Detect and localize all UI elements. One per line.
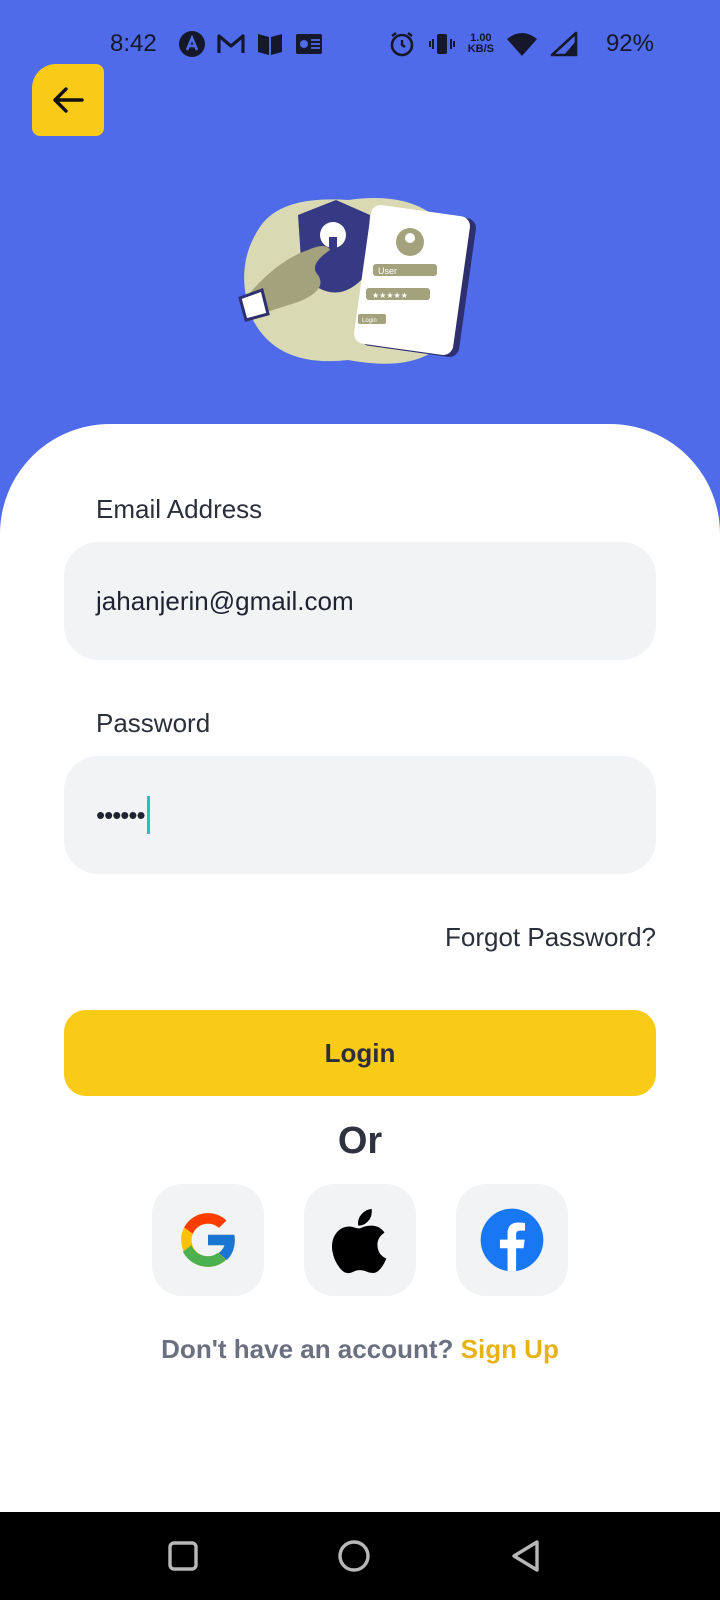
alarm-icon (390, 32, 414, 57)
facebook-login-button[interactable] (456, 1184, 568, 1296)
password-value: •••••• (96, 799, 146, 830)
signup-link[interactable]: Sign Up (461, 1334, 559, 1364)
wifi-icon (507, 33, 537, 56)
back-button[interactable] (32, 64, 104, 136)
google-login-button[interactable] (152, 1184, 264, 1296)
google-logo-icon (181, 1213, 237, 1267)
home-button[interactable] (332, 1534, 376, 1578)
back-nav-button[interactable] (504, 1534, 548, 1578)
email-label: Email Address (96, 494, 263, 524)
login-button[interactable]: Login (64, 1010, 656, 1096)
login-button-label: Login (324, 1037, 396, 1068)
netspeed-unit: KB/S (467, 43, 494, 55)
illustration-user-label: User (378, 266, 397, 276)
vibrate-icon (428, 34, 455, 54)
book-icon (258, 34, 282, 55)
email-field[interactable]: jahanjerin@gmail.com (64, 542, 656, 660)
apple-logo-icon (331, 1208, 387, 1274)
apple-login-button[interactable] (304, 1184, 416, 1296)
arrow-left-icon (53, 87, 84, 113)
battery-level: 92% (605, 30, 654, 57)
signup-prompt: Don't have an account? Sign Up (0, 1334, 720, 1365)
triangle-back-icon (512, 1540, 539, 1572)
app-a-icon (179, 31, 205, 57)
illustration-password-mask: ★★★★★ (372, 291, 408, 300)
outlook-icon (296, 34, 322, 54)
signup-prompt-text: Don't have an account? (161, 1334, 454, 1364)
email-value: jahanjerin@gmail.com (96, 585, 354, 616)
notification-icons (178, 30, 324, 58)
password-label: Password (96, 708, 211, 738)
or-divider-text: Or (337, 1120, 383, 1162)
status-time: 8:42 (110, 30, 157, 57)
text-caret (146, 796, 150, 834)
status-bar: 8:42 1.00 KB/S 92% (0, 0, 720, 90)
square-icon (168, 1541, 198, 1571)
login-security-illustration: User ★★★★★ Login (238, 198, 476, 364)
signal-icon (550, 31, 578, 57)
gmail-icon (217, 34, 245, 53)
illustration-login-label: Login (362, 318, 377, 324)
network-speed: 1.00 KB/S (468, 33, 494, 55)
recents-button[interactable] (161, 1534, 205, 1578)
password-field[interactable]: •••••• (64, 756, 656, 874)
system-navigation-bar (0, 1512, 720, 1600)
forgot-password-link[interactable]: Forgot Password? (445, 922, 656, 953)
facebook-logo-icon (480, 1208, 544, 1272)
circle-icon (338, 1540, 370, 1572)
